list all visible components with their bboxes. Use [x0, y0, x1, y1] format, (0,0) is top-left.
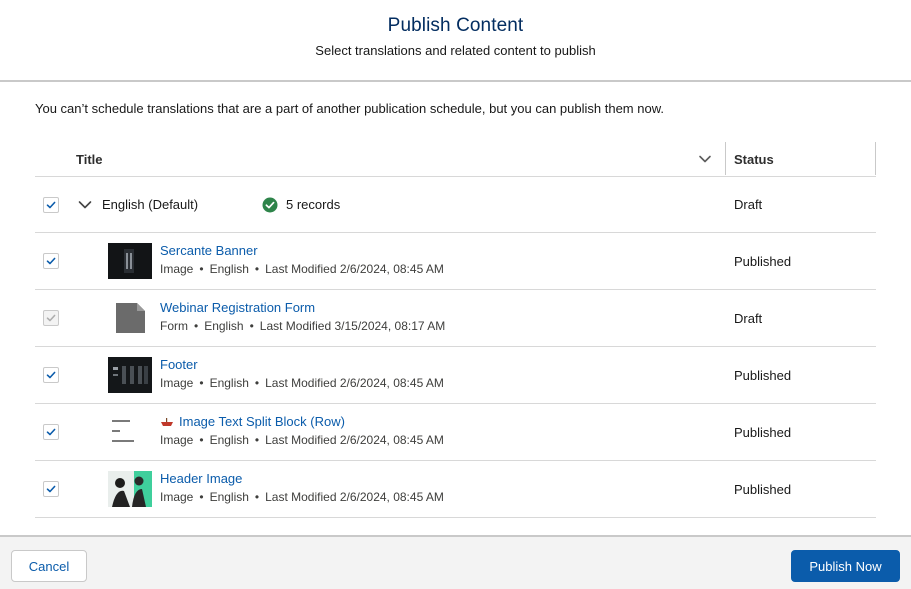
- item-language: English: [209, 433, 249, 447]
- chevron-down-icon[interactable]: [77, 197, 93, 213]
- item-meta: Image • English • Last Modified 2/6/2024, 08…: [160, 433, 444, 447]
- item-language: English: [209, 376, 249, 390]
- column-divider: [875, 142, 876, 175]
- item-type: Image: [160, 262, 194, 276]
- record-count: 5 records: [286, 197, 341, 212]
- row-checkbox[interactable]: [43, 367, 59, 383]
- item-modified: Last Modified 2/6/2024, 08:45 AM: [265, 490, 444, 504]
- item-type: Form: [160, 319, 188, 333]
- checkmark-icon: [46, 485, 56, 493]
- publish-now-button[interactable]: Publish Now: [791, 550, 900, 582]
- item-modified: Last Modified 2/6/2024, 08:45 AM: [265, 433, 444, 447]
- modal-subtitle: Select translations and related content …: [315, 43, 596, 58]
- cancel-button[interactable]: Cancel: [11, 550, 87, 582]
- table-header: Title Status: [35, 142, 876, 177]
- row-checkbox[interactable]: [43, 481, 59, 497]
- row-checkbox-disabled: [43, 310, 59, 326]
- column-resize-handle[interactable]: [725, 142, 726, 175]
- checkmark-icon: [46, 371, 56, 379]
- status-text: Published: [734, 254, 792, 269]
- item-language: English: [204, 319, 244, 333]
- item-type: Image: [160, 490, 194, 504]
- checkmark-icon: [46, 257, 56, 265]
- table-row: Footer Image • English • Last Modified 2/6/2…: [35, 347, 876, 404]
- column-header-title: Title: [76, 152, 103, 167]
- footer-thumbnail: [108, 357, 152, 393]
- row-checkbox[interactable]: [43, 424, 59, 440]
- group-label: English (Default): [102, 197, 199, 212]
- form-file-icon: [116, 303, 145, 333]
- status-text: Draft: [734, 197, 763, 212]
- checkmark-icon: [46, 201, 56, 209]
- item-language: English: [209, 262, 249, 276]
- table-row: Image Text Split Block (Row) Image • Engli…: [35, 404, 876, 461]
- content-table: Title Status English (Default) 5 records…: [35, 142, 876, 518]
- row-checkbox[interactable]: [43, 253, 59, 269]
- checkmark-icon: [46, 314, 56, 322]
- item-name-text: Image Text Split Block (Row): [179, 414, 345, 429]
- item-language: English: [209, 490, 249, 504]
- item-meta: Image • English • Last Modified 2/6/2024, 08…: [160, 262, 444, 276]
- status-text: Draft: [734, 311, 763, 326]
- table-row: Webinar Registration Form Form • English • L…: [35, 290, 876, 347]
- schedule-notice: You can’t schedule translations that are…: [35, 101, 664, 116]
- item-meta: Image • English • Last Modified 2/6/2024, 08…: [160, 376, 444, 390]
- modal-title: Publish Content: [387, 15, 524, 36]
- checkmark-icon: [46, 428, 56, 436]
- modal-header: Publish Content Select translations and …: [0, 0, 911, 82]
- item-meta: Image • English • Last Modified 2/6/2024, 08…: [160, 490, 444, 504]
- header-image-thumbnail: [108, 471, 152, 507]
- item-name-link[interactable]: Sercante Banner: [160, 243, 258, 258]
- item-name-link[interactable]: Footer: [160, 357, 198, 372]
- boat-icon-glyph: [161, 418, 173, 426]
- modal-footer: Cancel Publish Now: [0, 535, 911, 589]
- column-header-status: Status: [734, 152, 774, 167]
- group-checkbox[interactable]: [43, 197, 59, 213]
- item-modified: Last Modified 2/6/2024, 08:45 AM: [265, 262, 444, 276]
- status-text: Published: [734, 368, 792, 383]
- status-text: Published: [734, 482, 792, 497]
- item-name-link[interactable]: Header Image: [160, 471, 242, 486]
- banner-thumbnail: [108, 243, 152, 279]
- item-type: Image: [160, 376, 194, 390]
- chevron-down-icon[interactable]: [697, 151, 713, 167]
- item-modified: Last Modified 2/6/2024, 08:45 AM: [265, 376, 444, 390]
- item-name-link[interactable]: Webinar Registration Form: [160, 300, 315, 315]
- item-modified: Last Modified 3/15/2024, 08:17 AM: [259, 319, 446, 333]
- item-type: Image: [160, 433, 194, 447]
- split-block-thumbnail: [108, 414, 152, 450]
- success-check-icon: [262, 197, 278, 213]
- item-name-link[interactable]: Image Text Split Block (Row): [160, 414, 345, 429]
- table-row: Header Image Image • English • Last Modified…: [35, 461, 876, 518]
- boat-icon: [160, 415, 174, 426]
- publish-content-modal: Publish Content Select translations and …: [0, 0, 911, 589]
- item-meta: Form • English • Last Modified 3/15/2024, 08…: [160, 319, 446, 333]
- group-row-english: English (Default) 5 records Draft: [35, 177, 876, 233]
- table-row: Sercante Banner Image • English • Last Modif…: [35, 233, 876, 290]
- status-text: Published: [734, 425, 792, 440]
